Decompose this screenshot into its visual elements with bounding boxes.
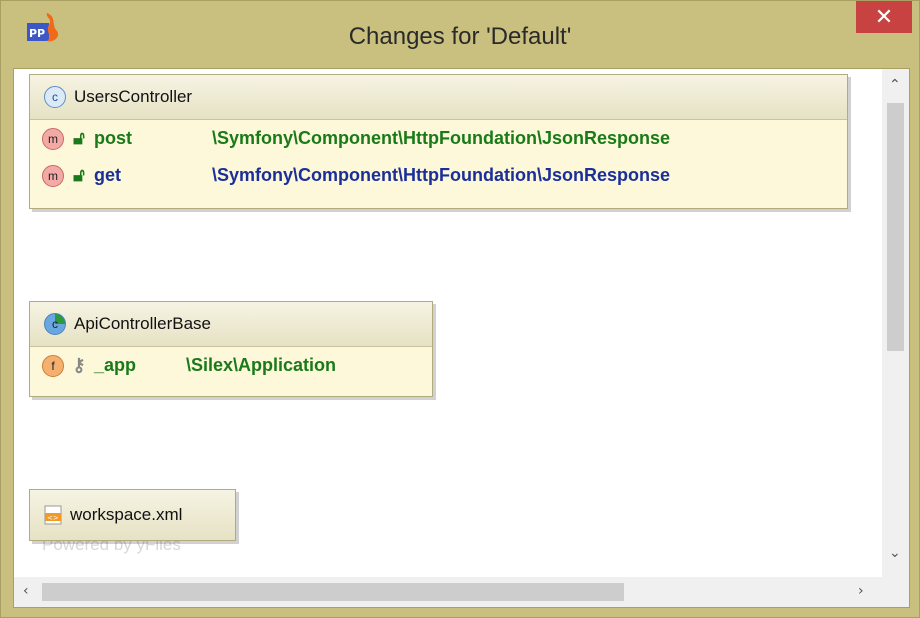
close-button[interactable]: ✕ bbox=[856, 1, 912, 33]
vertical-scrollbar[interactable]: ⌃ ⌄ bbox=[882, 69, 909, 577]
class-icon: c bbox=[44, 313, 66, 335]
field-icon: f bbox=[42, 354, 64, 377]
method-name: get bbox=[94, 165, 121, 185]
field-name: _app bbox=[94, 355, 137, 375]
node-header: c ApiControllerBase bbox=[30, 302, 432, 347]
class-name: UsersController bbox=[74, 87, 193, 106]
method-icon: m bbox=[42, 127, 64, 150]
file-node-workspace[interactable]: <> workspace.xml bbox=[29, 489, 236, 541]
scroll-corner bbox=[882, 577, 909, 607]
method-icon: m bbox=[42, 164, 64, 187]
scroll-up-icon[interactable]: ⌃ bbox=[889, 77, 901, 93]
public-lock-icon: 🔓︎ bbox=[73, 165, 85, 185]
field-type: \Silex\Application bbox=[186, 355, 337, 375]
public-lock-icon: 🔓︎ bbox=[73, 128, 85, 148]
horizontal-scroll-thumb[interactable] bbox=[42, 583, 624, 601]
method-return-type: \Symfony\Component\HttpFoundation\JsonRe… bbox=[212, 165, 670, 185]
method-name: post bbox=[94, 128, 132, 148]
horizontal-scrollbar[interactable]: ‹ › bbox=[14, 577, 882, 607]
title-bar[interactable]: PP Changes for 'Default' ✕ bbox=[1, 1, 919, 68]
class-name: ApiControllerBase bbox=[74, 314, 212, 333]
class-node-userscontroller[interactable]: c UsersController m 🔓︎ post \Symfony\Com… bbox=[29, 74, 848, 209]
scroll-down-icon[interactable]: ⌄ bbox=[889, 545, 901, 561]
field-row-app[interactable]: f ⚷ _app \Silex\Application bbox=[30, 347, 432, 384]
class-icon: c bbox=[44, 86, 66, 108]
class-node-apicontrollerbase[interactable]: c ApiControllerBase f ⚷ _app \Silex\Appl… bbox=[29, 301, 433, 397]
diagram-canvas[interactable]: c UsersController m 🔓︎ post \Symfony\Com… bbox=[14, 69, 882, 577]
method-row-post[interactable]: m 🔓︎ post \Symfony\Component\HttpFoundat… bbox=[30, 120, 847, 157]
node-header: c UsersController bbox=[30, 75, 847, 120]
svg-text:<>: <> bbox=[47, 514, 59, 522]
close-icon: ✕ bbox=[874, 4, 894, 30]
xml-file-icon: <> bbox=[44, 505, 62, 525]
file-name: workspace.xml bbox=[70, 505, 183, 524]
method-row-get[interactable]: m 🔓︎ get \Symfony\Component\HttpFoundati… bbox=[30, 157, 847, 194]
dialog-window: PP Changes for 'Default' ✕ c UsersContro… bbox=[0, 0, 920, 618]
private-key-icon: ⚷ bbox=[72, 355, 86, 375]
scroll-right-icon[interactable]: › bbox=[858, 583, 864, 599]
window-title: Changes for 'Default' bbox=[348, 23, 572, 50]
method-return-type: \Symfony\Component\HttpFoundation\JsonRe… bbox=[212, 128, 670, 148]
vertical-scroll-thumb[interactable] bbox=[887, 103, 904, 351]
scroll-left-icon[interactable]: ‹ bbox=[23, 583, 29, 599]
diagram-view[interactable]: c UsersController m 🔓︎ post \Symfony\Com… bbox=[13, 68, 910, 608]
